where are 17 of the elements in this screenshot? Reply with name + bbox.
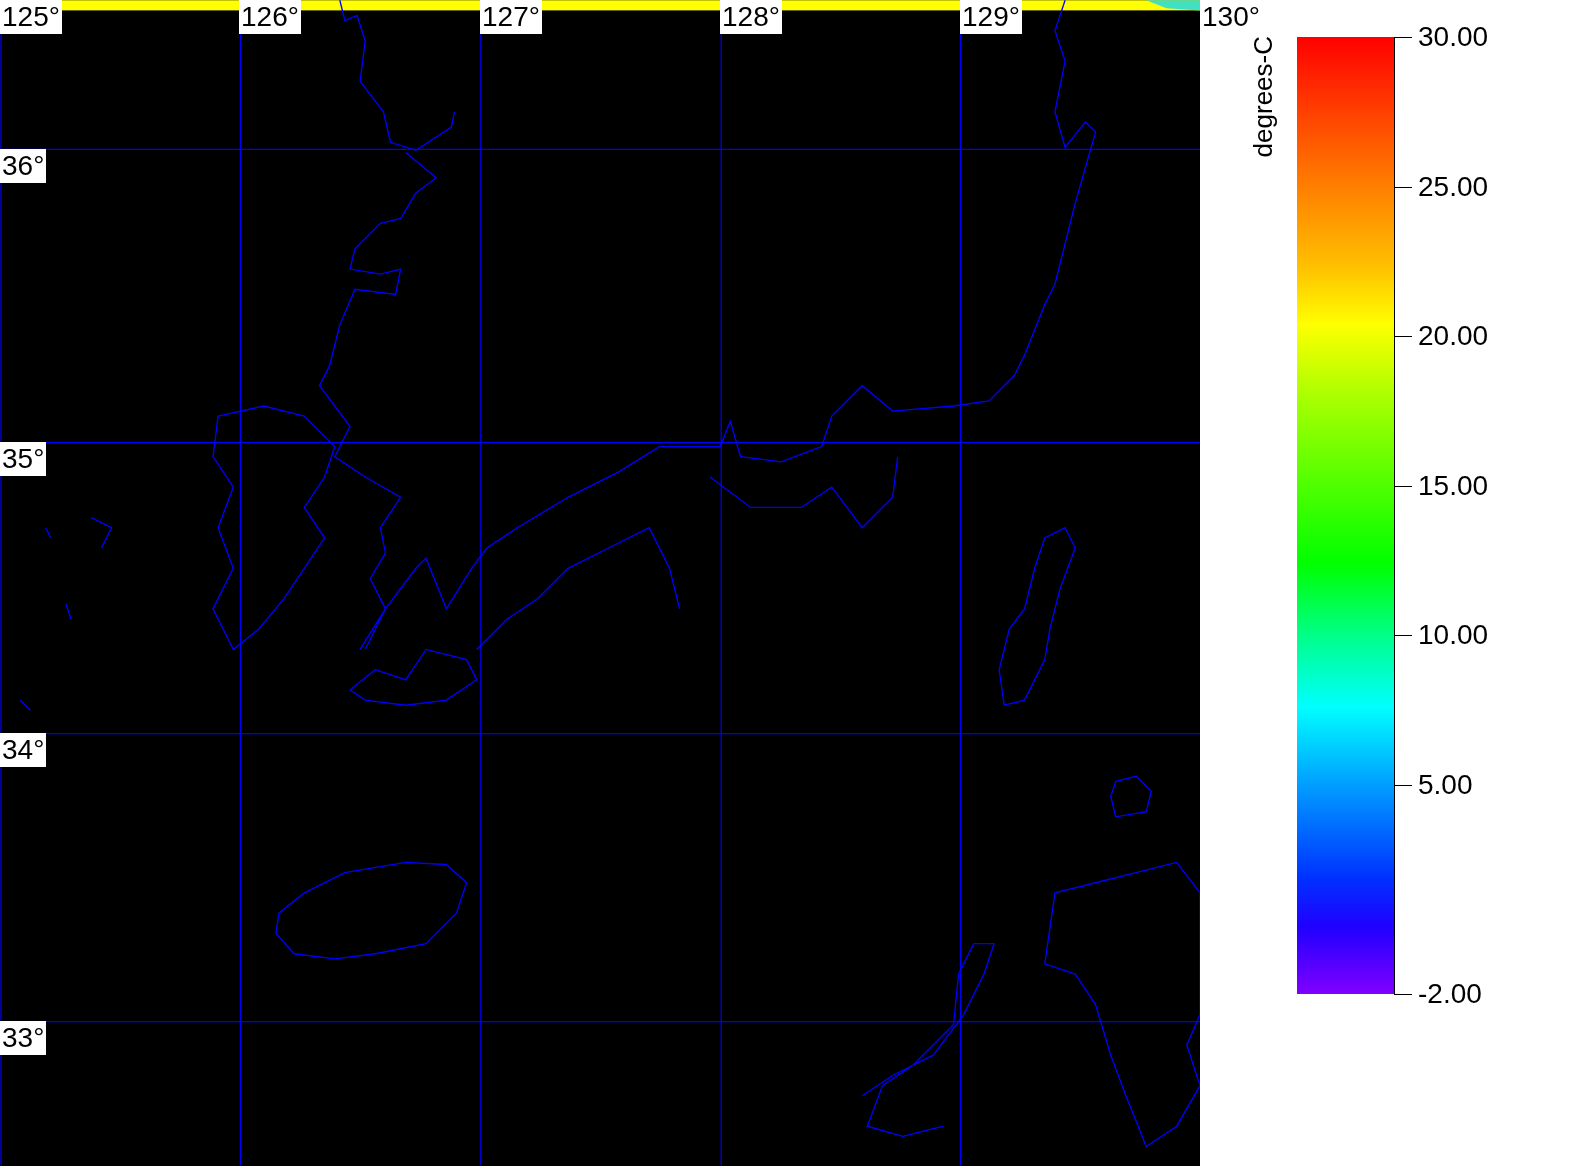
longitude-label: 128° <box>720 0 782 34</box>
colorbar-tick-label: 10.00 <box>1418 619 1489 652</box>
colorbar-tick-label: -2.00 <box>1418 978 1482 1010</box>
latitude-label: 33° <box>0 1021 47 1055</box>
longitude-label: 126° <box>239 0 301 34</box>
longitude-label: 125° <box>0 0 62 34</box>
longitude-label: 127° <box>480 0 542 34</box>
colorbar-title: degrees-C <box>1248 36 1278 158</box>
longitude-label: 129° <box>960 0 1022 34</box>
colorbar-tick-label: 15.00 <box>1418 469 1489 502</box>
latitude-label: 36° <box>0 149 47 183</box>
colorbar-tick-label: 5.00 <box>1418 768 1473 801</box>
colorbar-tick-label: 30.00 <box>1418 21 1489 53</box>
colorbar-tick-label: 25.00 <box>1418 170 1489 203</box>
latitude-label: 35° <box>0 442 47 476</box>
latitude-label: 34° <box>0 733 47 767</box>
colorbar-tick-label: 20.00 <box>1418 320 1489 353</box>
